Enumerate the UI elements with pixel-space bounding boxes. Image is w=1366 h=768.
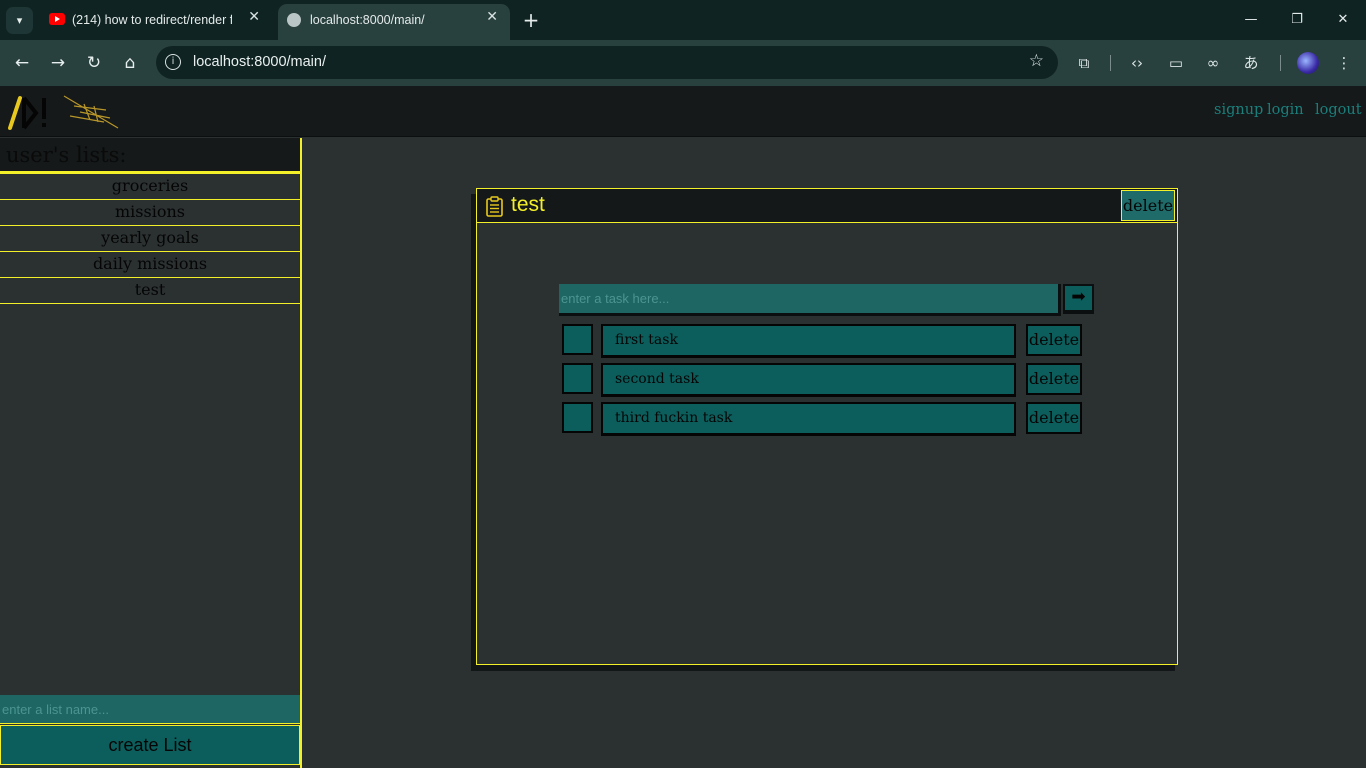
close-tab-icon[interactable]: ✕ — [486, 9, 498, 25]
logout-link[interactable]: logout — [1315, 102, 1362, 118]
task-input[interactable] — [559, 284, 1061, 316]
toolbar-separator — [1110, 55, 1111, 71]
toolbar-separator — [1280, 55, 1281, 71]
site-header: signup login logout — [0, 86, 1366, 137]
tab-search-chevron-icon[interactable]: ▾ — [6, 7, 33, 34]
link-icon[interactable]: ∞ — [1201, 51, 1225, 75]
list-item-missions[interactable]: missions — [0, 200, 300, 226]
minimize-icon[interactable]: — — [1228, 8, 1274, 32]
task-row: second task delete — [562, 363, 1082, 397]
list-card-header: test delete — [477, 189, 1177, 223]
task-text: second task — [601, 363, 1016, 397]
delete-task-button[interactable]: delete — [1026, 324, 1082, 356]
delete-list-button[interactable]: delete — [1121, 190, 1175, 221]
login-link[interactable]: login — [1267, 102, 1304, 118]
list-item-daily-missions[interactable]: daily missions — [0, 252, 300, 278]
delete-task-button[interactable]: delete — [1026, 363, 1082, 395]
signup-link[interactable]: signup — [1214, 102, 1263, 118]
dk-logo-icon[interactable] — [6, 92, 52, 132]
home-icon[interactable]: ⌂ — [117, 50, 143, 76]
tab-title: localhost:8000/main/ — [310, 13, 425, 27]
profile-avatar[interactable] — [1297, 52, 1319, 74]
globe-favicon-icon — [287, 13, 301, 27]
list-item-yearly-goals[interactable]: yearly goals — [0, 226, 300, 252]
plane-logo-icon — [63, 95, 119, 129]
sidebar-title: user's lists: — [0, 138, 300, 174]
task-row: first task delete — [562, 324, 1082, 358]
reload-icon[interactable]: ↻ — [81, 50, 107, 76]
restore-icon[interactable]: ❐ — [1274, 8, 1320, 32]
close-window-icon[interactable]: ✕ — [1320, 8, 1366, 32]
list-title: test — [511, 193, 545, 216]
browser-tabstrip: ▾ (214) how to redirect/render for ✕ loc… — [0, 0, 1366, 40]
task-row: third fuckin task delete — [562, 402, 1082, 436]
tab-youtube[interactable]: (214) how to redirect/render for ✕ — [40, 0, 272, 40]
clipboard-icon — [486, 196, 503, 217]
list-card: test delete ➡ first task delete second t… — [476, 188, 1178, 665]
task-checkbox[interactable] — [562, 402, 593, 433]
new-tab-plus-icon[interactable]: + — [519, 8, 543, 32]
sidebar-title-text: user's lists: — [6, 143, 127, 167]
list-item-groceries[interactable]: groceries — [0, 174, 300, 200]
task-checkbox[interactable] — [562, 363, 593, 394]
tab-title: (214) how to redirect/render for — [72, 13, 232, 27]
lists-sidebar: user's lists: groceries missions yearly … — [0, 138, 302, 768]
code-brackets-icon[interactable]: ‹› — [1125, 51, 1149, 75]
web-page: signup login logout user's lists: grocer… — [0, 86, 1366, 768]
device-icon[interactable]: ▭ — [1164, 51, 1188, 75]
tab-localhost[interactable]: localhost:8000/main/ ✕ — [278, 4, 510, 40]
add-task-arrow-icon[interactable]: ➡ — [1063, 284, 1094, 314]
address-bar[interactable]: i localhost:8000/main/ ☆ — [156, 46, 1058, 79]
task-text: third fuckin task — [601, 402, 1016, 436]
user-lists: groceries missions yearly goals daily mi… — [0, 174, 300, 304]
browser-toolbar: ← → ↻ ⌂ i localhost:8000/main/ ☆ ⧉ ‹› ▭ … — [0, 40, 1366, 86]
menu-kebab-icon[interactable]: ⋮ — [1332, 51, 1356, 75]
bookmark-star-icon[interactable]: ☆ — [1029, 51, 1044, 71]
task-checkbox[interactable] — [562, 324, 593, 355]
extensions-puzzle-icon[interactable]: ⧉ — [1072, 51, 1096, 75]
delete-task-button[interactable]: delete — [1026, 402, 1082, 434]
back-arrow-icon[interactable]: ← — [9, 50, 35, 76]
site-info-icon[interactable]: i — [165, 54, 181, 70]
address-url[interactable]: localhost:8000/main/ — [193, 54, 326, 70]
list-item-test[interactable]: test — [0, 278, 300, 304]
forward-arrow-icon[interactable]: → — [45, 50, 71, 76]
task-text: first task — [601, 324, 1016, 358]
create-list-button[interactable]: create List — [0, 725, 300, 765]
list-name-input[interactable] — [0, 695, 300, 724]
translate-icon[interactable]: あ — [1239, 51, 1263, 75]
close-tab-icon[interactable]: ✕ — [248, 9, 260, 25]
youtube-favicon-icon — [49, 13, 65, 25]
